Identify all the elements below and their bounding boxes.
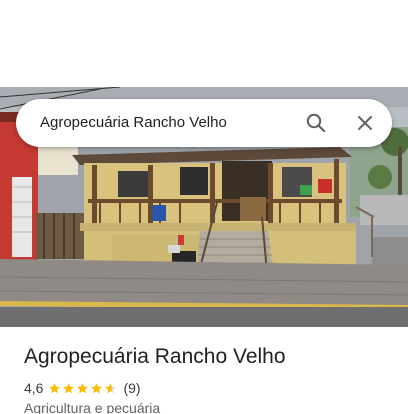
map-top-area [0,0,408,87]
rating-row: 4,6 (9) [24,379,141,397]
rating-value: 4,6 [24,380,44,396]
rating-stars [48,382,118,395]
place-title: Agropecuária Rancho Velho [24,345,286,368]
place-info-panel[interactable]: Agropecuária Rancho Velho 4,6 (9) Agricu… [0,327,408,414]
search-bar[interactable]: Agropecuária Rancho Velho [16,99,392,147]
star-icon [49,382,61,393]
star-icon [105,382,117,393]
place-category: Agricultura e pecuária [24,400,161,414]
search-input[interactable]: Agropecuária Rancho Velho [40,99,227,147]
review-count[interactable]: (9) [123,380,140,396]
star-icon [77,382,89,393]
close-icon[interactable] [353,111,377,135]
star-icon [63,382,75,393]
search-icon[interactable] [304,111,328,135]
star-icon [91,382,103,393]
